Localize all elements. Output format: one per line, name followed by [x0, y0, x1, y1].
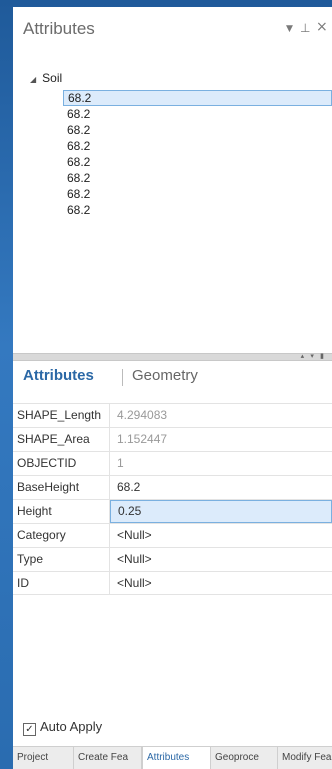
bottom-tab-geoproce[interactable]: Geoproce	[211, 747, 278, 769]
field-value: 4.294083	[117, 408, 168, 422]
pane-title-bar: Attributes ▼ ⊥ ×	[13, 7, 332, 49]
checkbox-checked-icon[interactable]: ✓	[23, 723, 36, 736]
field-value[interactable]: 68.2	[110, 476, 332, 499]
pane-title: Attributes	[23, 19, 95, 38]
auto-apply-label: Auto Apply	[40, 719, 103, 734]
field-name: BaseHeight	[13, 476, 110, 499]
tree-feature-row[interactable]: 68.2	[63, 90, 332, 106]
field-name: SHAPE_Length	[13, 404, 110, 427]
tree-feature-row[interactable]: 68.2	[63, 186, 332, 202]
tree-layer-label: Soil	[42, 71, 63, 85]
field-row-height: Height 0.25	[13, 499, 332, 523]
bottom-tab-modify-fea[interactable]: Modify Fea	[278, 747, 332, 769]
field-value[interactable]: 0.25	[110, 500, 332, 523]
attribute-grid: SHAPE_Length 4.294083 SHAPE_Area 1.152447 OB…	[13, 403, 332, 595]
field-name: OBJECTID	[13, 452, 110, 475]
field-value[interactable]: <Null>	[110, 572, 332, 595]
tab-attributes[interactable]: Attributes	[23, 367, 94, 384]
field-row-shape-area: SHAPE_Area 1.152447	[13, 427, 332, 451]
bottom-tab-project[interactable]: Project	[13, 747, 74, 769]
tree-feature-list: 68.2 68.2 68.2 68.2 68.2 68.2 68.2 68.2	[63, 90, 332, 218]
pane-menu-icon[interactable]: ▼	[286, 24, 293, 34]
tree-feature-row[interactable]: 68.2	[63, 122, 332, 138]
field-name: SHAPE_Area	[13, 428, 110, 451]
field-value[interactable]: <Null>	[110, 548, 332, 571]
bottom-tab-create-fea[interactable]: Create Fea	[74, 747, 142, 769]
tree-feature-row[interactable]: 68.2	[63, 170, 332, 186]
tree-layer-soil[interactable]: ◢ Soil	[30, 71, 62, 85]
field-row-category: Category <Null>	[13, 523, 332, 547]
field-row-shape-length: SHAPE_Length 4.294083	[13, 403, 332, 427]
auto-apply-checkbox[interactable]: ✓ Auto Apply	[23, 719, 102, 736]
field-row-id: ID <Null>	[13, 571, 332, 595]
tab-geometry[interactable]: Geometry	[132, 367, 198, 384]
field-value: 1.152447	[117, 432, 168, 446]
pin-icon[interactable]: ⊥	[300, 21, 310, 35]
pane-splitter[interactable]: ▴ ▾ ▮	[13, 352, 332, 361]
splitter-controls-icon[interactable]: ▴ ▾ ▮	[301, 352, 326, 360]
field-row-objectid: OBJECTID 1	[13, 451, 332, 475]
bottom-tab-strip: Project Create Fea Attributes Geoproce Modif…	[13, 746, 332, 769]
field-row-baseheight: BaseHeight 68.2	[13, 475, 332, 499]
tree-feature-row[interactable]: 68.2	[63, 138, 332, 154]
field-name: Type	[13, 548, 110, 571]
tree-feature-row[interactable]: 68.2	[63, 106, 332, 122]
close-icon[interactable]: ×	[316, 19, 328, 35]
field-name: Category	[13, 524, 110, 547]
field-name: Height	[13, 500, 110, 523]
tree-feature-row[interactable]: 68.2	[63, 154, 332, 170]
field-row-type: Type <Null>	[13, 547, 332, 571]
collapse-triangle-icon[interactable]: ◢	[30, 75, 36, 84]
tree-feature-row[interactable]: 68.2	[63, 202, 332, 218]
attributes-pane: Attributes ▼ ⊥ × ◢ Soil 68.2 68.2 68.2 68.2 6…	[13, 7, 332, 769]
bottom-tab-attributes[interactable]: Attributes	[142, 747, 211, 769]
feature-tree: ◢ Soil 68.2 68.2 68.2 68.2 68.2 68.2 68.2 68.2	[13, 63, 332, 353]
tab-divider	[122, 369, 123, 386]
field-name: ID	[13, 572, 110, 595]
field-value[interactable]: <Null>	[110, 524, 332, 547]
field-value: 1	[117, 456, 124, 470]
